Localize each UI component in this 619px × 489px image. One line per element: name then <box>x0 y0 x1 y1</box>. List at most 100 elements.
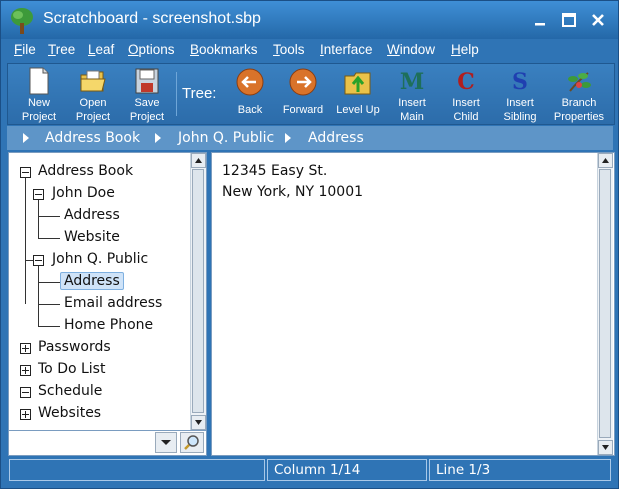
magnifier-icon <box>184 435 199 450</box>
insert-main-icon: M <box>400 69 424 95</box>
level-up-button[interactable]: Level Up <box>330 64 386 124</box>
triangle-up-icon <box>602 158 609 163</box>
content-line-2[interactable]: New York, NY 10001 <box>222 184 363 200</box>
folder-up-icon <box>344 72 371 95</box>
menu-tree[interactable]: Tree <box>48 42 75 57</box>
tree-item-websites[interactable]: Websites <box>38 405 101 421</box>
branch-properties-button[interactable]: Branch Properties <box>546 64 612 124</box>
toolbar: New Project Open Project Save Project Tr… <box>7 63 615 125</box>
tree-item-john-doe[interactable]: John Doe <box>52 185 115 201</box>
collapse-icon[interactable] <box>33 255 44 266</box>
toolbar-separator <box>176 72 177 116</box>
back-arrow-icon <box>236 68 264 96</box>
scroll-thumb[interactable] <box>599 169 611 438</box>
breadcrumb-arrow-icon <box>23 133 29 143</box>
expand-icon[interactable] <box>20 365 31 376</box>
forward-button[interactable]: Forward <box>278 64 328 124</box>
insert-sibling-button[interactable]: S Insert Sibling <box>496 64 544 124</box>
expand-icon[interactable] <box>20 409 31 420</box>
tree-item-jqp-email[interactable]: Email address <box>64 295 162 311</box>
tree-item-jqp-address[interactable]: Address <box>60 272 124 290</box>
menu-options[interactable]: Options <box>128 42 175 57</box>
triangle-down-icon <box>602 445 609 450</box>
breadcrumb-arrow-icon <box>285 133 291 143</box>
open-project-button[interactable]: Open Project <box>66 64 120 124</box>
svg-text:C: C <box>457 69 475 95</box>
maximize-icon[interactable] <box>560 11 578 29</box>
triangle-up-icon <box>195 158 202 163</box>
menu-bookmarks[interactable]: Bookmarks <box>190 42 258 57</box>
tree-item-todo[interactable]: To Do List <box>38 361 105 377</box>
scroll-thumb[interactable] <box>192 169 204 413</box>
tree-toolbar-label: Tree: <box>182 85 217 102</box>
status-bar: Column 1/14 Line 1/3 <box>7 458 613 483</box>
leaf-box-icon <box>20 387 31 398</box>
tree-item-john-q-public[interactable]: John Q. Public <box>52 251 148 267</box>
leaf-editor[interactable]: 12345 Easy St. New York, NY 10001 <box>211 152 615 456</box>
tree-item-jd-address[interactable]: Address <box>64 207 120 223</box>
scroll-down-button[interactable] <box>598 440 613 455</box>
search-dropdown-button[interactable] <box>155 432 177 453</box>
new-project-button[interactable]: New Project <box>12 64 66 124</box>
tree-line <box>38 238 60 239</box>
breadcrumb: Address Book John Q. Public Address <box>7 126 613 150</box>
tree-line <box>38 326 60 327</box>
tree-line <box>38 198 39 238</box>
editor-scrollbar[interactable] <box>597 153 613 455</box>
tree-item-schedule[interactable]: Schedule <box>38 383 102 399</box>
chevron-down-icon <box>161 440 171 445</box>
floppy-disk-icon <box>135 68 159 94</box>
tree-line <box>38 264 39 326</box>
status-line: Line 1/3 <box>429 459 611 481</box>
menu-interface[interactable]: Interface <box>320 42 373 57</box>
expand-icon[interactable] <box>20 343 31 354</box>
close-icon[interactable] <box>589 11 607 29</box>
tree-search-box[interactable] <box>8 430 207 456</box>
tree-item-passwords[interactable]: Passwords <box>38 339 111 355</box>
search-button[interactable] <box>180 432 204 453</box>
status-cell-empty <box>9 459 265 481</box>
menu-leaf[interactable]: Leaf <box>88 42 114 57</box>
collapse-icon[interactable] <box>20 167 31 178</box>
breadcrumb-john-q-public[interactable]: John Q. Public <box>178 130 274 146</box>
tree-line <box>38 282 60 283</box>
insert-child-button[interactable]: C Insert Child <box>442 64 490 124</box>
tree-line <box>25 176 26 304</box>
app-window: Scratchboard - screenshot.sbp File Tree … <box>0 0 619 489</box>
back-button[interactable]: Back <box>225 64 275 124</box>
save-project-button[interactable]: Save Project <box>120 64 174 124</box>
insert-child-icon: C <box>457 69 475 95</box>
tree-pane: Address Book John Doe Address Website Jo… <box>8 152 207 431</box>
tree-item-address-book[interactable]: Address Book <box>38 163 133 179</box>
scroll-up-button[interactable] <box>191 153 206 168</box>
tree-scrollbar[interactable] <box>190 153 206 430</box>
menu-tools[interactable]: Tools <box>273 42 305 57</box>
status-column: Column 1/14 <box>267 459 427 481</box>
forward-arrow-icon <box>289 68 317 96</box>
tree-line <box>38 216 60 217</box>
breadcrumb-arrow-icon <box>155 133 161 143</box>
content-line-1[interactable]: 12345 Easy St. <box>222 163 327 179</box>
collapse-icon[interactable] <box>33 189 44 200</box>
menu-help[interactable]: Help <box>451 42 479 57</box>
menu-window[interactable]: Window <box>387 42 435 57</box>
minimize-icon[interactable] <box>531 11 549 29</box>
title-bar: Scratchboard - screenshot.sbp <box>1 1 618 39</box>
triangle-down-icon <box>195 420 202 425</box>
insert-main-button[interactable]: M Insert Main <box>388 64 436 124</box>
new-document-icon <box>29 67 49 95</box>
open-folder-icon <box>80 70 106 92</box>
insert-sibling-icon: S <box>512 69 528 95</box>
branch-properties-icon <box>568 72 591 92</box>
tree-line <box>38 304 60 305</box>
svg-text:M: M <box>400 69 424 95</box>
scroll-up-button[interactable] <box>598 153 613 168</box>
window-title: Scratchboard - screenshot.sbp <box>43 10 261 27</box>
tree-item-jqp-home-phone[interactable]: Home Phone <box>64 317 153 333</box>
breadcrumb-address-book[interactable]: Address Book <box>45 130 140 146</box>
breadcrumb-address[interactable]: Address <box>308 130 364 146</box>
svg-text:S: S <box>512 69 528 95</box>
tree-item-jd-website[interactable]: Website <box>64 229 120 245</box>
scroll-down-button[interactable] <box>191 415 206 430</box>
menu-file[interactable]: File <box>14 42 36 57</box>
